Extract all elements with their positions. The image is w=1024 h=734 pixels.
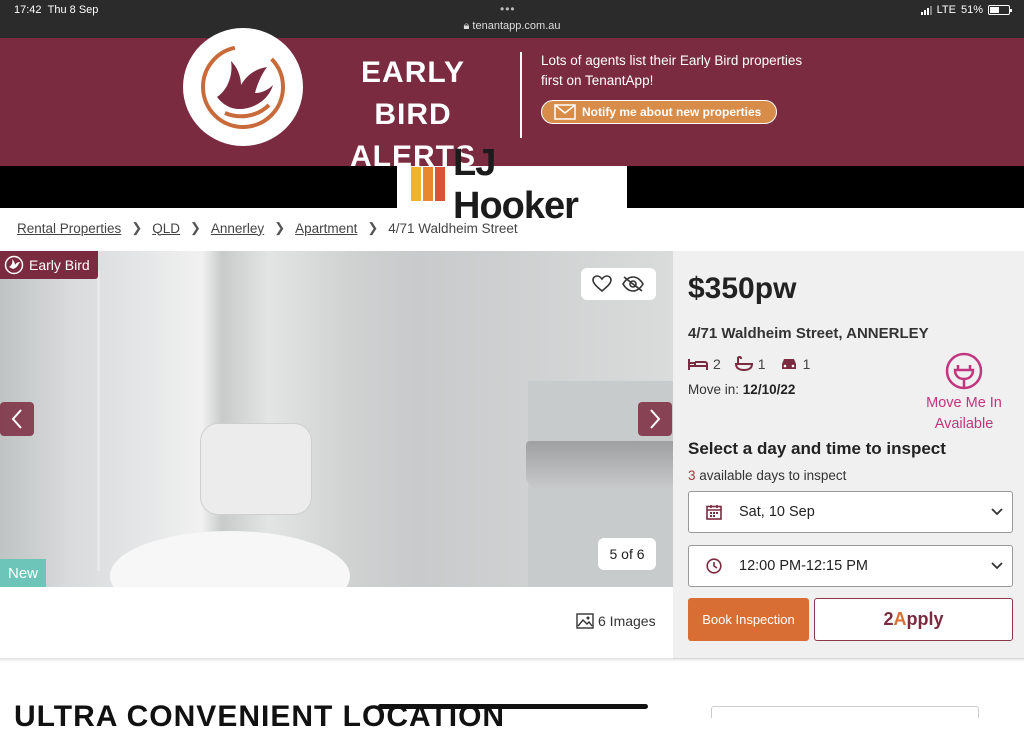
status-bar: 17:42 Thu 8 Sep ••• 🔒︎ tenantapp.com.au … (0, 0, 1024, 38)
photo-counter: 5 of 6 (598, 538, 656, 570)
notify-button[interactable]: Notify me about new properties (541, 100, 777, 124)
banner-description: Lots of agents list their Early Bird pro… (541, 53, 803, 88)
photo-toilet (200, 423, 312, 515)
2apply-button[interactable]: 2 Apply (814, 598, 1013, 641)
inspection-day-select[interactable]: Sat, 10 Sep (688, 491, 1013, 533)
calendar-icon (689, 504, 739, 520)
previous-photo-button[interactable] (0, 402, 34, 436)
bath-icon (734, 356, 753, 372)
status-time: 17:42 Thu 8 Sep (14, 4, 99, 16)
breadcrumb-qld[interactable]: QLD (152, 221, 180, 236)
section-shadow (0, 658, 1024, 662)
battery-icon (988, 5, 1012, 15)
address-bar[interactable]: 🔒︎ tenantapp.com.au (0, 20, 1024, 33)
listing-address: 4/71 Waldheim Street, ANNERLEY (688, 325, 929, 342)
breadcrumb-rental-properties[interactable]: Rental Properties (17, 221, 121, 236)
move-in-date: Move in: 12/10/22 (688, 382, 796, 397)
chevron-down-icon (982, 562, 1012, 570)
chevron-left-icon (11, 409, 22, 429)
browser-menu-dots[interactable]: ••• (500, 2, 516, 16)
agency-name: LJ Hooker (453, 142, 579, 227)
chevron-right-icon: ❯ (189, 220, 201, 235)
images-link[interactable]: 6 Images (576, 613, 656, 629)
inspection-time-value: 12:00 PM-12:15 PM (739, 558, 868, 574)
photo-basin (110, 531, 350, 587)
agency-strip: LJ Hooker (0, 142, 1024, 227)
agency-logo[interactable]: LJ Hooker (397, 142, 627, 227)
new-badge: New (0, 559, 46, 587)
chevron-right-icon: ❯ (131, 220, 143, 235)
inspection-title: Select a day and time to inspect (688, 439, 946, 458)
available-days-text: 3 available days to inspect (688, 468, 847, 483)
book-inspection-button[interactable]: Book Inspection (688, 598, 809, 641)
battery-label: 51% (960, 4, 983, 16)
next-photo-button[interactable] (638, 402, 672, 436)
beds-count: 2 (713, 356, 721, 372)
listing-price: $350pw (688, 272, 797, 305)
baths-count: 1 (757, 356, 766, 372)
breadcrumb-current: 4/71 Waldheim Street (388, 220, 518, 236)
early-bird-badge: Early Bird (0, 251, 98, 279)
side-card-edge (711, 706, 979, 718)
breadcrumb: Rental Properties ❯ QLD ❯ Annerley ❯ Apa… (17, 220, 518, 236)
bed-icon (688, 359, 708, 370)
cars-count: 1 (802, 356, 811, 372)
url-text: tenantapp.com.au (472, 20, 561, 32)
network-label: LTE (936, 4, 956, 16)
car-icon (781, 359, 796, 369)
envelope-icon (554, 104, 576, 120)
heart-icon[interactable] (591, 275, 612, 293)
move-me-in-link[interactable]: Move Me In Available (912, 393, 1016, 435)
move-me-in-plug-icon[interactable] (944, 351, 984, 391)
inspection-day-value: Sat, 10 Sep (739, 504, 815, 520)
cars-feature: 1 (780, 356, 811, 372)
breadcrumb-annerley[interactable]: Annerley (211, 221, 264, 236)
breadcrumb-apartment[interactable]: Apartment (295, 221, 357, 236)
image-icon (576, 613, 594, 629)
clock-icon (689, 558, 739, 574)
banner-divider (520, 52, 522, 138)
signal-icon (920, 5, 932, 15)
notify-label: Notify me about new properties (582, 105, 762, 119)
baths-feature: 1 (734, 356, 766, 372)
early-bird-badge-label: Early Bird (29, 257, 90, 273)
chevron-right-icon (650, 409, 661, 429)
photo-laundry-tub (526, 441, 673, 489)
early-bird-icon (4, 255, 24, 275)
chevron-down-icon (982, 508, 1012, 516)
agency-stripes-icon (411, 167, 445, 201)
hide-eye-icon[interactable] (621, 275, 645, 293)
images-link-label: 6 Images (598, 613, 656, 629)
bird-icon (201, 45, 285, 129)
inspection-time-select[interactable]: 12:00 PM-12:15 PM (688, 545, 1013, 587)
early-bird-logo (183, 28, 303, 146)
property-photo[interactable] (0, 251, 673, 587)
photo-actions (581, 268, 656, 300)
listing-features: 2 1 1 (688, 356, 810, 372)
chevron-right-icon: ❯ (367, 220, 379, 235)
beds-feature: 2 (688, 356, 721, 372)
home-indicator[interactable] (378, 704, 648, 709)
status-right: LTE 51% (920, 4, 1012, 16)
chevron-right-icon: ❯ (274, 220, 286, 235)
